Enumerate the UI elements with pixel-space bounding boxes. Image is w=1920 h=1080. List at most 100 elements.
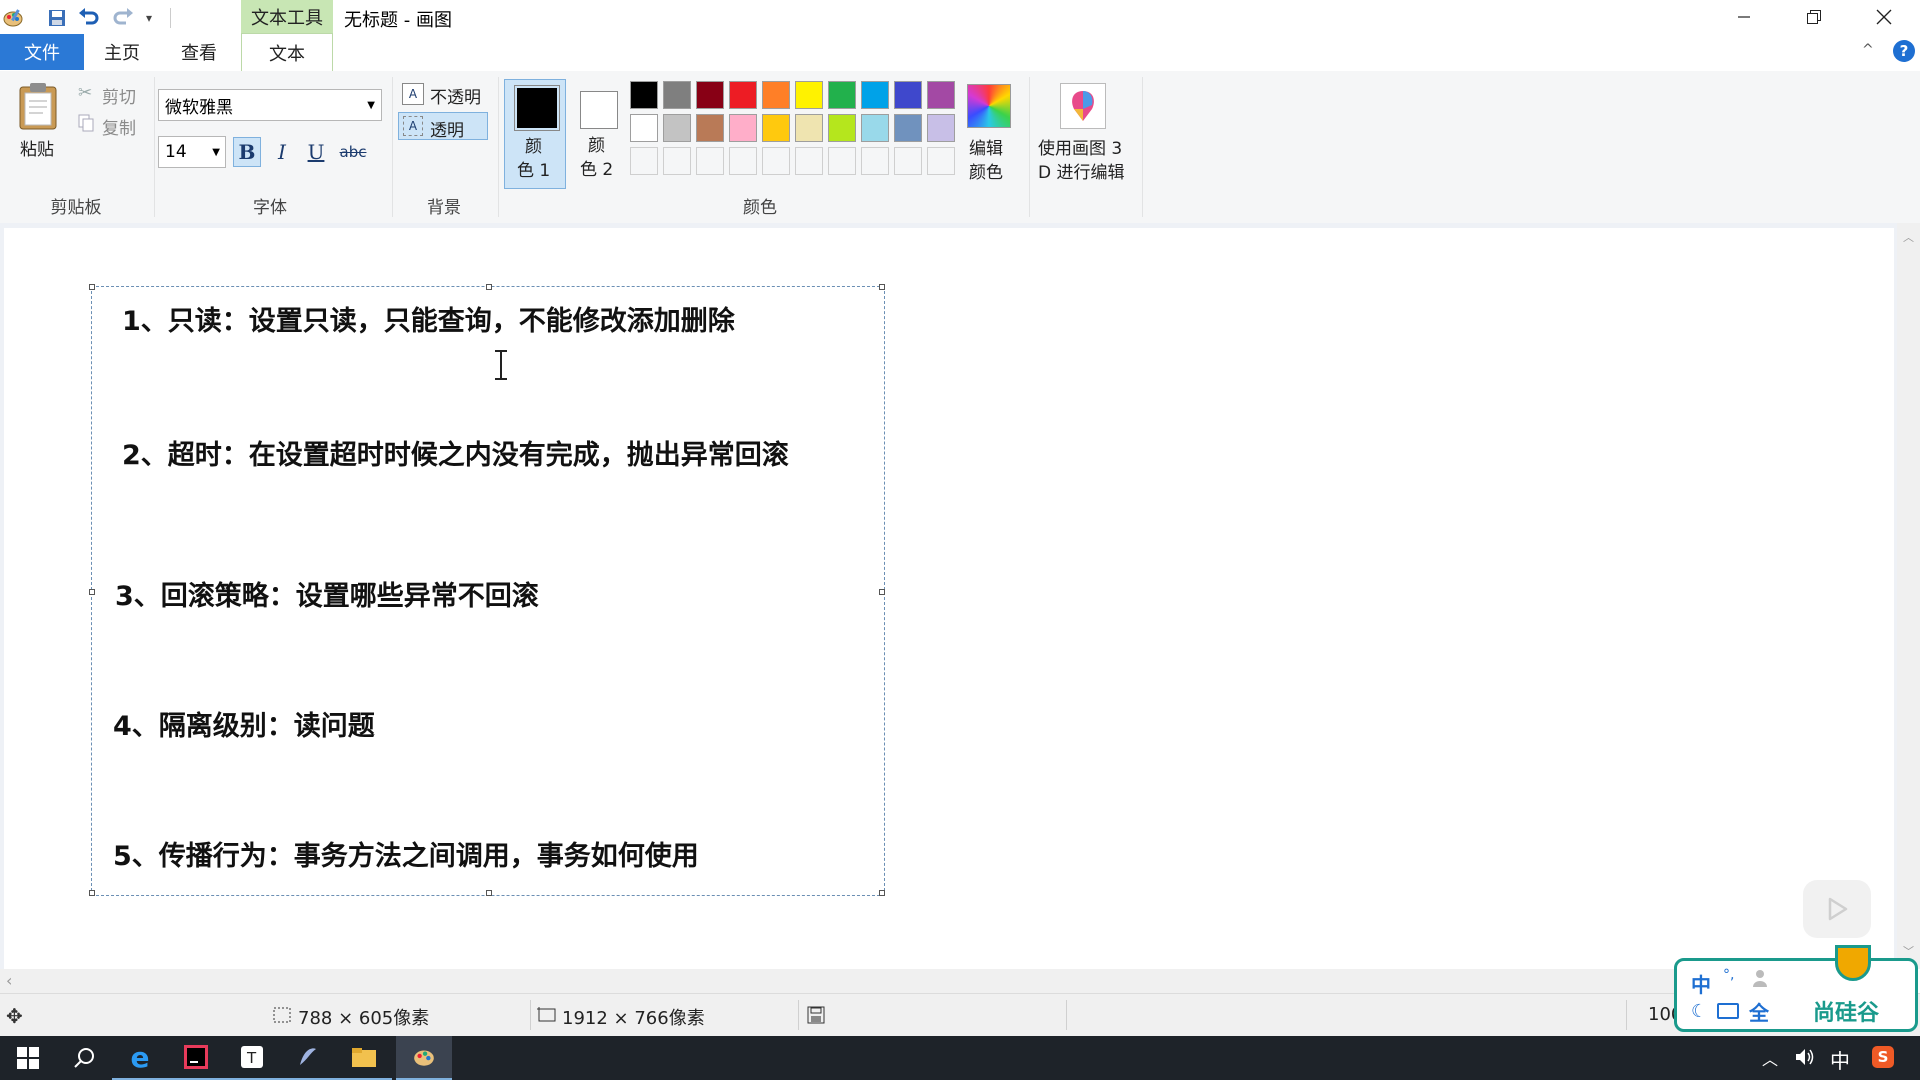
punctuation-icon[interactable]: °,: [1723, 967, 1734, 983]
bold-button[interactable]: B: [233, 137, 261, 167]
opaque-button[interactable]: 不透明: [430, 83, 481, 108]
resize-handle[interactable]: [89, 589, 95, 595]
redo-icon[interactable]: [110, 5, 136, 31]
text-box[interactable]: 1、只读：设置只读，只能查询，不能修改添加删除 2、超时：在设置超时时候之内没有…: [89, 284, 885, 896]
palette-swatch[interactable]: [663, 114, 691, 142]
intellij-icon[interactable]: [168, 1036, 224, 1080]
ime-lang[interactable]: 中: [1691, 969, 1711, 998]
undo-icon[interactable]: [76, 5, 102, 31]
ime-toolbar[interactable]: 中 °, ☾ 全 尚硅谷: [1674, 945, 1918, 1032]
help-icon[interactable]: ?: [1893, 40, 1915, 62]
tray-expand-icon[interactable]: ︿: [1762, 1046, 1778, 1070]
scroll-up-icon[interactable]: ︿: [1903, 229, 1914, 245]
underline-button[interactable]: U: [302, 137, 330, 167]
horizontal-scrollbar[interactable]: ‹: [0, 969, 1897, 993]
palette-swatch[interactable]: [795, 114, 823, 142]
font-family-select[interactable]: 微软雅黑 ▼: [158, 89, 382, 121]
edit-colors-icon[interactable]: [967, 84, 1011, 128]
navicat-icon[interactable]: [280, 1036, 336, 1080]
palette-swatch[interactable]: [894, 81, 922, 109]
typora-icon[interactable]: T: [224, 1036, 280, 1080]
palette-swatch[interactable]: [828, 147, 856, 175]
tab-home[interactable]: 主页: [92, 34, 152, 70]
palette-swatch[interactable]: [894, 147, 922, 175]
palette-swatch[interactable]: [828, 81, 856, 109]
close-button[interactable]: [1854, 0, 1914, 34]
palette-swatch[interactable]: [828, 114, 856, 142]
play-icon[interactable]: [1803, 880, 1871, 938]
moon-icon[interactable]: ☾: [1691, 1001, 1707, 1022]
start-icon[interactable]: [0, 1036, 56, 1080]
collapse-ribbon-icon[interactable]: ^: [1862, 42, 1874, 58]
edge-browser-icon[interactable]: e: [112, 1036, 168, 1080]
paint-taskbar-icon[interactable]: [396, 1036, 452, 1080]
resize-handle[interactable]: [486, 890, 492, 896]
edit-colors-label-b[interactable]: 颜色: [969, 158, 1003, 183]
palette-swatch[interactable]: [696, 114, 724, 142]
palette-swatch[interactable]: [630, 81, 658, 109]
font-size-select[interactable]: 14 ▼: [158, 136, 226, 168]
resize-handle[interactable]: [486, 284, 492, 290]
resize-handle[interactable]: [879, 284, 885, 290]
resize-handle[interactable]: [879, 589, 885, 595]
palette-swatch[interactable]: [795, 81, 823, 109]
palette-swatch[interactable]: [762, 81, 790, 109]
minimize-button[interactable]: [1714, 0, 1774, 34]
input-language[interactable]: 中: [1830, 1045, 1850, 1074]
palette-swatch[interactable]: [729, 114, 757, 142]
palette-swatch[interactable]: [696, 147, 724, 175]
palette-swatch[interactable]: [630, 114, 658, 142]
palette-swatch[interactable]: [663, 81, 691, 109]
paint3d-label-1[interactable]: 使用画图 3: [1038, 134, 1122, 159]
search-icon[interactable]: [56, 1036, 112, 1080]
ribbon-separator: [154, 77, 155, 217]
paste-button[interactable]: 粘贴: [20, 135, 54, 160]
cut-button[interactable]: 剪切: [102, 83, 136, 108]
resize-handle[interactable]: [879, 890, 885, 896]
strikethrough-button[interactable]: abc: [336, 137, 370, 167]
palette-swatch[interactable]: [729, 147, 757, 175]
palette-swatch[interactable]: [729, 81, 757, 109]
palette-swatch[interactable]: [861, 147, 889, 175]
tab-text[interactable]: 文本: [241, 33, 333, 73]
clipboard-icon[interactable]: [16, 81, 64, 133]
palette-swatch[interactable]: [762, 147, 790, 175]
volume-icon[interactable]: [1794, 1046, 1816, 1073]
sogou-ime-icon[interactable]: S: [1872, 1046, 1894, 1068]
palette-swatch[interactable]: [762, 114, 790, 142]
palette-swatch[interactable]: [894, 114, 922, 142]
restore-button[interactable]: [1784, 0, 1844, 34]
palette-swatch[interactable]: [630, 147, 658, 175]
fullwidth-icon[interactable]: 全: [1749, 997, 1769, 1026]
transparent-button[interactable]: A 透明: [398, 112, 488, 141]
palette-swatch[interactable]: [927, 81, 955, 109]
palette-swatch[interactable]: [861, 114, 889, 142]
edit-colors-label-a[interactable]: 编辑: [969, 134, 1003, 159]
scroll-left-icon[interactable]: ‹: [6, 971, 12, 990]
customize-quick-access-icon[interactable]: ▾: [136, 5, 162, 31]
color2-button[interactable]: 颜 色 2: [568, 79, 630, 189]
user-icon[interactable]: [1753, 969, 1767, 987]
palette-swatch[interactable]: [795, 147, 823, 175]
tab-file[interactable]: 文件: [0, 34, 84, 70]
paint-app-icon[interactable]: [0, 5, 26, 31]
palette-swatch[interactable]: [927, 147, 955, 175]
paint3d-icon[interactable]: [1060, 83, 1106, 129]
paint3d-label-2[interactable]: D 进行编辑: [1038, 158, 1125, 183]
color1-button[interactable]: 颜 色 1: [504, 79, 566, 189]
scroll-down-icon[interactable]: ﹀: [1903, 943, 1914, 959]
keyboard-icon[interactable]: [1717, 1003, 1739, 1019]
italic-button[interactable]: I: [268, 137, 296, 167]
file-explorer-icon[interactable]: [336, 1036, 392, 1080]
tab-view[interactable]: 查看: [168, 34, 230, 70]
palette-swatch[interactable]: [696, 81, 724, 109]
resize-handle[interactable]: [89, 890, 95, 896]
save-icon[interactable]: [44, 5, 70, 31]
palette-swatch[interactable]: [861, 81, 889, 109]
taskbar: e T ︿ 中 S: [0, 1036, 1920, 1080]
copy-button[interactable]: 复制: [102, 114, 136, 139]
vertical-scrollbar[interactable]: ︿ ﹀: [1897, 223, 1920, 969]
resize-handle[interactable]: [89, 284, 95, 290]
palette-swatch[interactable]: [663, 147, 691, 175]
palette-swatch[interactable]: [927, 114, 955, 142]
